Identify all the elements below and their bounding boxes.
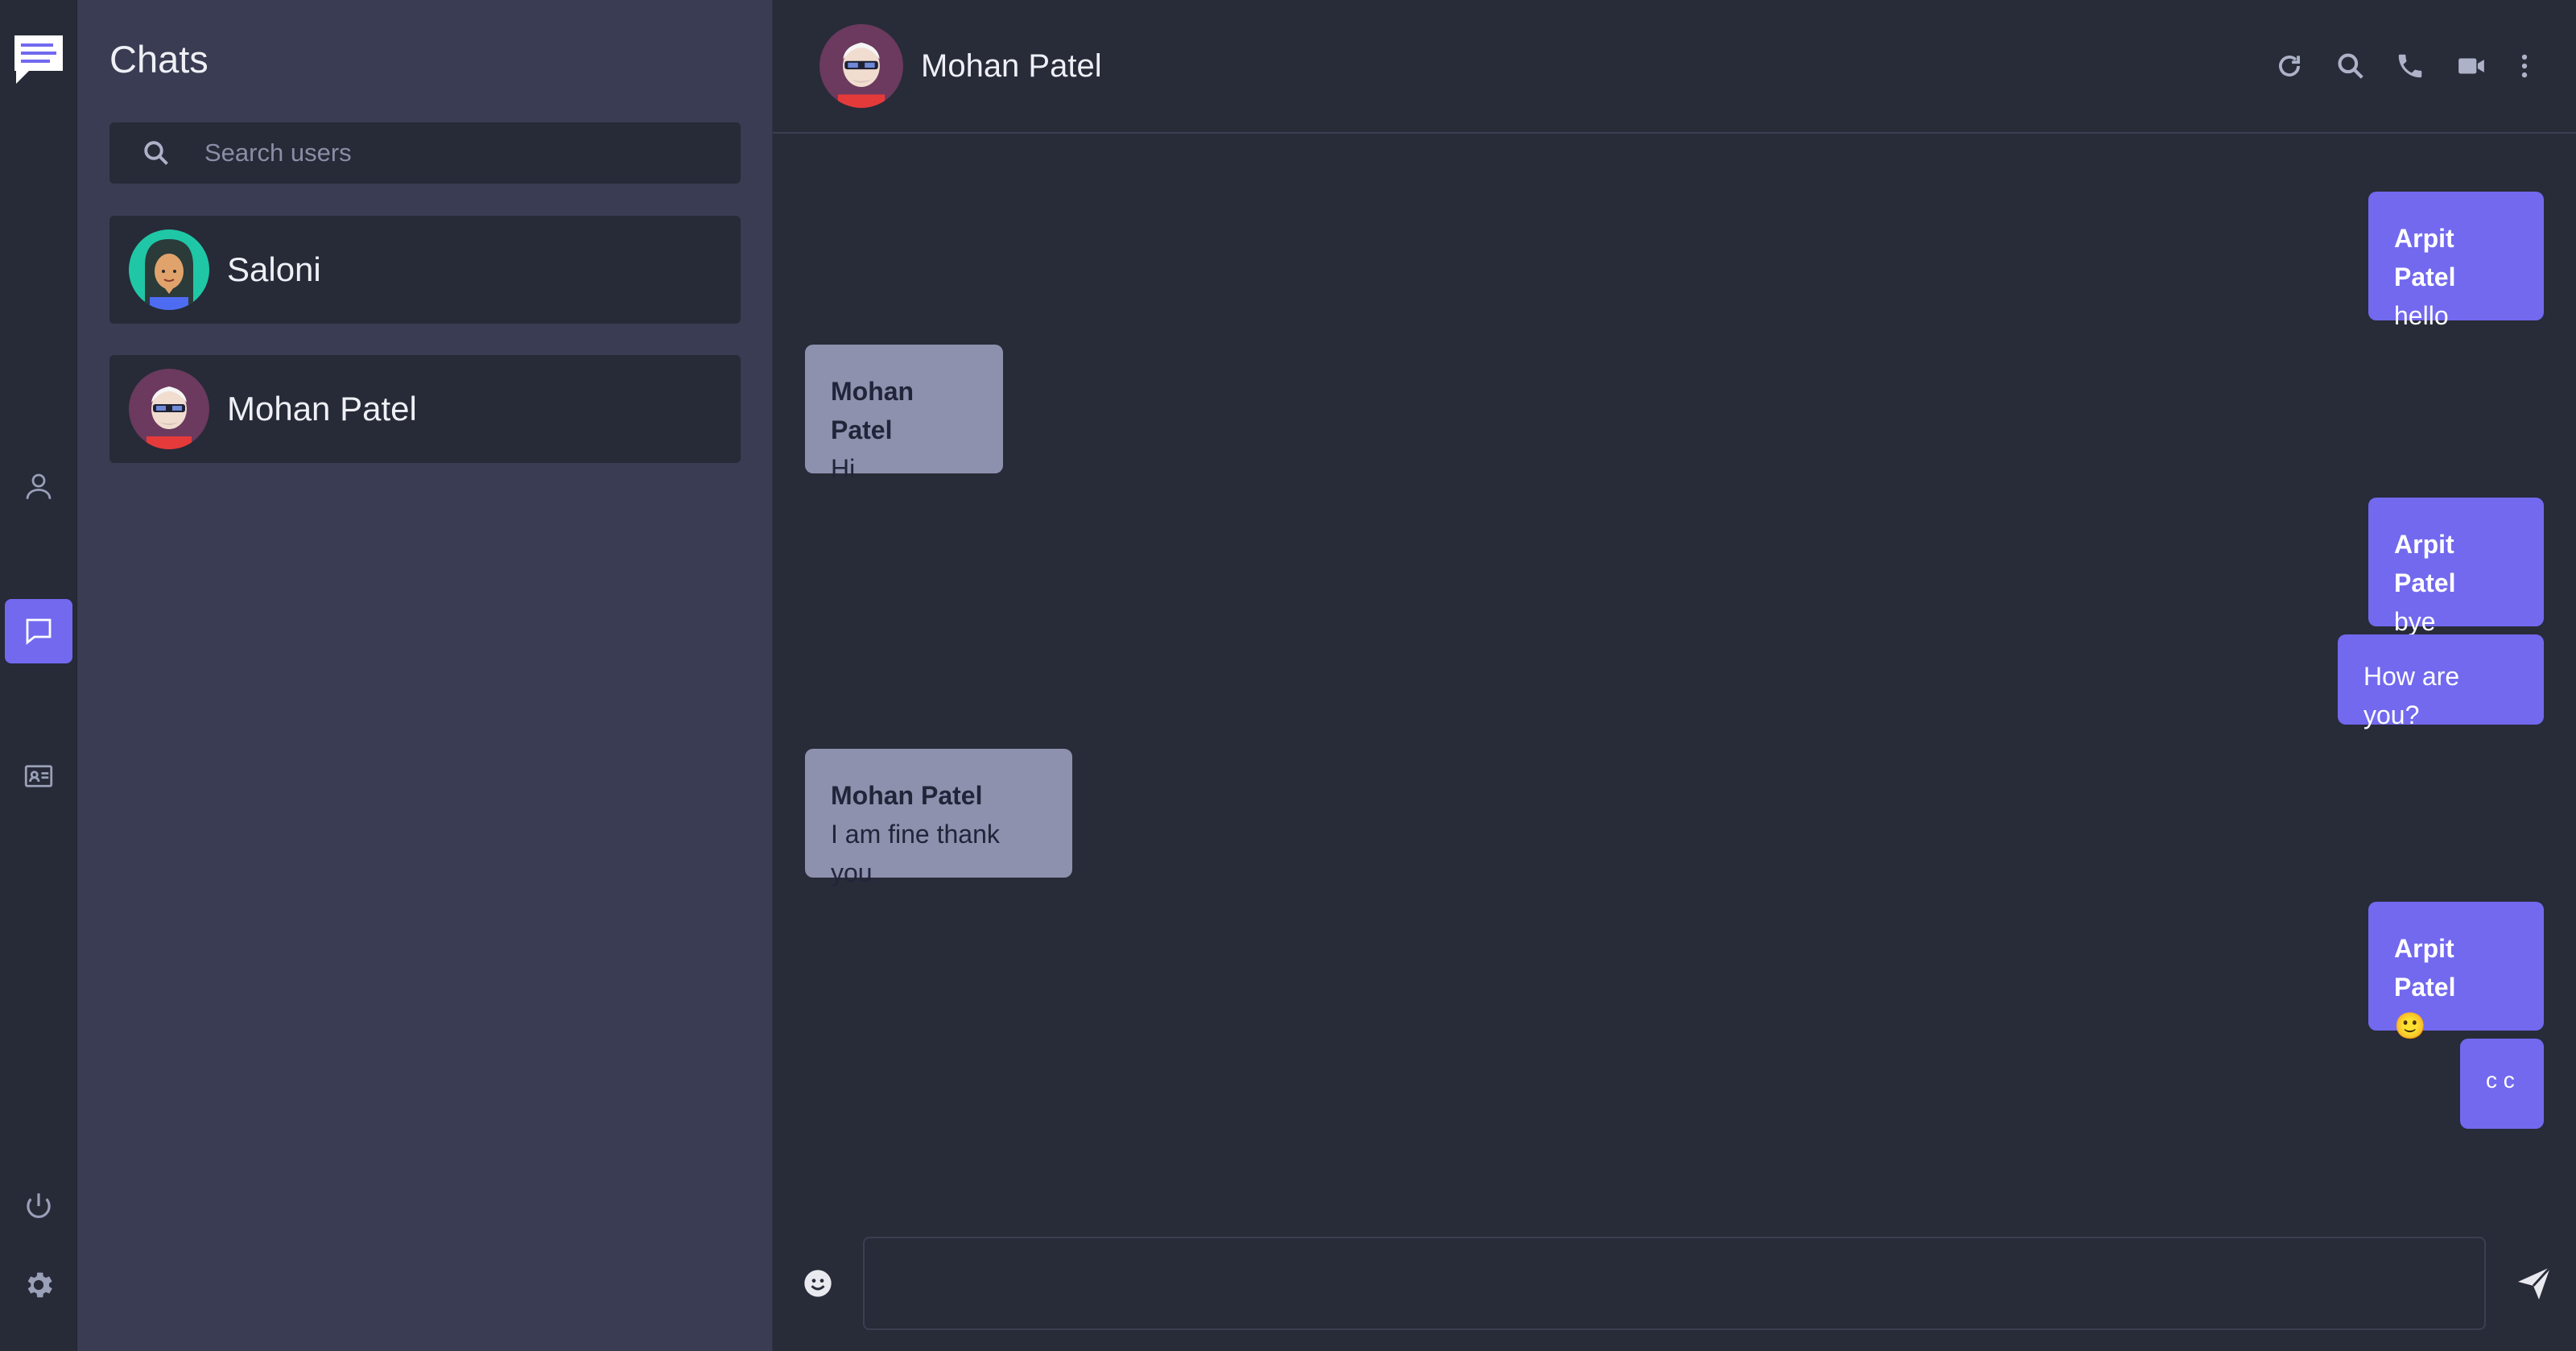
rail-profile-button[interactable]: [5, 454, 72, 519]
contact-name: Mohan Patel: [227, 390, 417, 428]
rail-logout-button[interactable]: [5, 1174, 72, 1238]
refresh-icon: [2279, 56, 2300, 76]
avatar-male-sunglasses-icon[interactable]: [819, 24, 903, 108]
gear-icon: [27, 1272, 52, 1298]
chat-list-panel: Chats Saloni: [77, 0, 773, 1351]
video-icon: [2458, 58, 2484, 74]
search-icon: [144, 141, 168, 165]
contact-item-mohan-patel[interactable]: Mohan Patel: [109, 355, 741, 463]
refresh-button[interactable]: [2272, 48, 2307, 84]
panel-title: Chats: [109, 38, 208, 81]
contacts-card-icon: [24, 765, 53, 787]
search-messages-button[interactable]: [2333, 48, 2368, 84]
search-input[interactable]: [204, 138, 687, 167]
message-text: How are you?: [2363, 662, 2460, 729]
message-sender: Arpit Patel: [2394, 934, 2456, 1002]
contact-item-saloni[interactable]: Saloni: [109, 216, 741, 324]
message-sender: Arpit Patel: [2394, 224, 2456, 291]
power-icon: [27, 1193, 51, 1218]
message-outgoing: c c: [2460, 1039, 2544, 1129]
message-outgoing: Arpit Patel bye: [2368, 498, 2544, 636]
message-text: hello: [2394, 301, 2449, 330]
rail-contacts-button[interactable]: [5, 744, 72, 808]
message-sender: Arpit Patel: [2394, 530, 2456, 597]
conversation-header: Mohan Patel: [773, 0, 2576, 134]
message-incoming: Mohan Patel Hi: [805, 345, 1003, 483]
message-sender: Mohan Patel: [831, 377, 914, 444]
message-outgoing: Arpit Patel 🙂: [2368, 902, 2544, 1040]
video-call-button[interactable]: [2454, 48, 2489, 84]
nav-rail: [0, 0, 77, 1351]
message-outgoing: How are you?: [2338, 634, 2544, 729]
conversation-panel: Mohan Patel Arpit Patel hello Mohan Pate…: [773, 0, 2576, 1351]
contact-name: Saloni: [227, 250, 321, 288]
message-sender: Mohan Patel: [831, 781, 983, 810]
user-icon: [26, 473, 52, 499]
message-text: Hi: [831, 454, 856, 483]
chat-logo-icon[interactable]: [11, 31, 66, 87]
rail-chats-button[interactable]: [5, 599, 72, 663]
avatar-male-sunglasses-icon: [129, 369, 209, 449]
message-incoming: Mohan Patel I am fine thank you: [805, 749, 1072, 887]
voice-call-button[interactable]: [2392, 48, 2428, 84]
conversation-contact-name[interactable]: Mohan Patel: [921, 48, 1102, 85]
more-vertical-icon: [2521, 54, 2528, 78]
send-icon[interactable]: [2515, 1264, 2553, 1303]
more-options-button[interactable]: [2507, 48, 2542, 84]
message-text: c c: [2486, 1068, 2515, 1093]
message-outgoing: Arpit Patel hello: [2368, 192, 2544, 330]
message-text: 🙂: [2394, 1011, 2426, 1040]
message-text: I am fine thank you: [831, 820, 1000, 887]
message-input[interactable]: [863, 1237, 2486, 1330]
message-text: bye: [2394, 607, 2436, 636]
rail-settings-button[interactable]: [5, 1253, 72, 1317]
search-icon: [2338, 53, 2363, 79]
search-box: [109, 122, 741, 184]
chat-icon: [26, 618, 52, 645]
avatar-female-icon: [129, 229, 209, 310]
phone-icon: [2398, 54, 2422, 78]
emoji-icon[interactable]: [802, 1267, 834, 1299]
